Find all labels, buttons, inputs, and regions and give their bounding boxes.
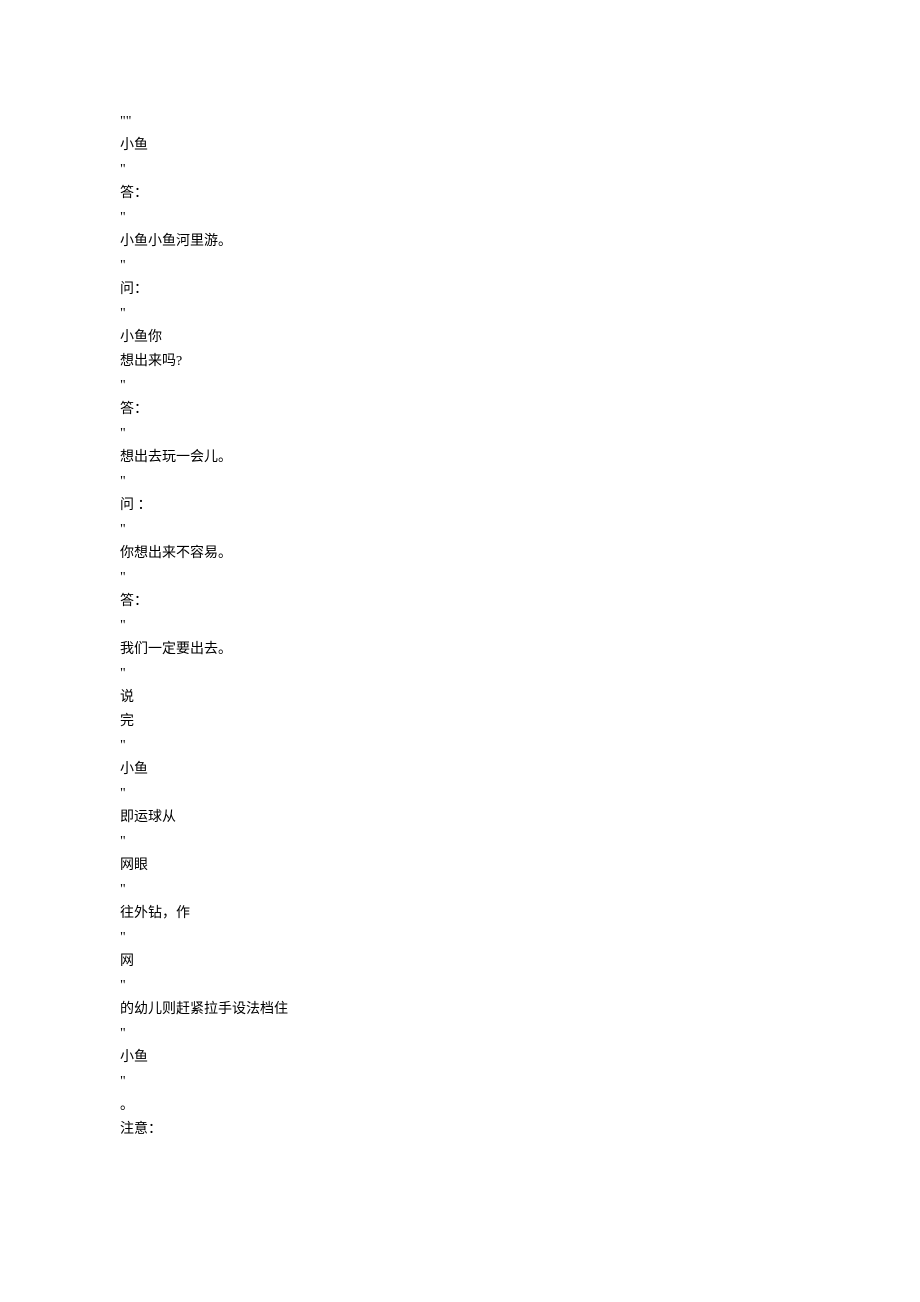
- text-line: 网眼: [120, 854, 800, 878]
- text-line: 注意：: [120, 1118, 800, 1142]
- text-line: ": [120, 734, 800, 758]
- text-line: 我们一定要出去。: [120, 638, 800, 662]
- text-line: 网: [120, 950, 800, 974]
- text-line: 你想出来不容易。: [120, 542, 800, 566]
- text-line: ": [120, 830, 800, 854]
- text-line: ": [120, 422, 800, 446]
- text-line: 即运球从: [120, 806, 800, 830]
- text-line: 的幼儿则赶紧拉手设法档住: [120, 998, 800, 1022]
- text-line: 问：: [120, 278, 800, 302]
- document-page: "" 小鱼 " 答： " 小鱼小鱼河里游。 " 问： " 小鱼你 想出来吗? "…: [0, 0, 920, 1142]
- text-line: 答：: [120, 398, 800, 422]
- text-line: 小鱼你: [120, 326, 800, 350]
- text-line: 想出来吗?: [120, 350, 800, 374]
- text-line: ": [120, 614, 800, 638]
- text-line: 小鱼: [120, 134, 800, 158]
- text-line: ": [120, 206, 800, 230]
- text-line: 答：: [120, 590, 800, 614]
- text-line: ": [120, 926, 800, 950]
- text-line: ": [120, 254, 800, 278]
- text-line: ": [120, 662, 800, 686]
- text-line: ": [120, 470, 800, 494]
- text-line: ": [120, 1070, 800, 1094]
- text-line: ": [120, 374, 800, 398]
- text-line: "": [120, 110, 800, 134]
- text-line: ": [120, 1022, 800, 1046]
- text-line: 问 ：: [120, 494, 800, 518]
- text-line: ": [120, 518, 800, 542]
- text-line: 答：: [120, 182, 800, 206]
- text-line: 小鱼: [120, 758, 800, 782]
- text-line: ": [120, 302, 800, 326]
- text-line: ": [120, 158, 800, 182]
- text-line: 。: [120, 1094, 800, 1118]
- text-line: 小鱼小鱼河里游。: [120, 230, 800, 254]
- text-line: 往外钻，作: [120, 902, 800, 926]
- text-line: 想出去玩一会儿。: [120, 446, 800, 470]
- text-line: ": [120, 566, 800, 590]
- text-line: 说: [120, 686, 800, 710]
- text-line: 小鱼: [120, 1046, 800, 1070]
- text-line: ": [120, 782, 800, 806]
- text-line: ": [120, 974, 800, 998]
- text-line: ": [120, 878, 800, 902]
- text-line: 完: [120, 710, 800, 734]
